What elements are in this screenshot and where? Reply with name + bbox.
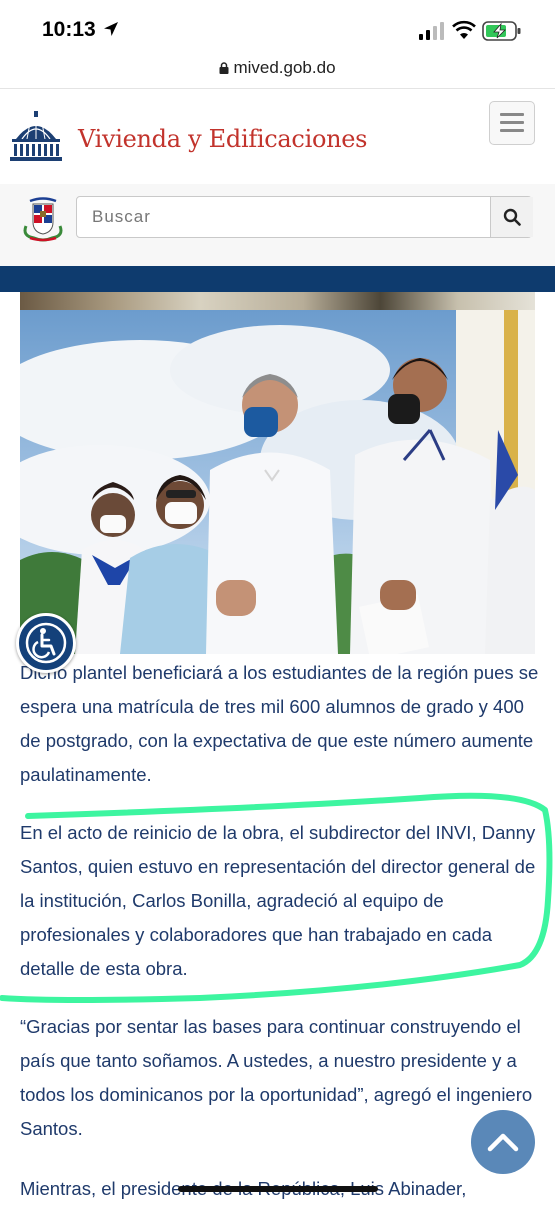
- hamburger-menu-icon: [500, 113, 524, 116]
- scroll-to-top-button[interactable]: [471, 1110, 535, 1174]
- search-box: [76, 196, 533, 238]
- search-icon: [503, 208, 521, 226]
- chevron-up-icon: [487, 1133, 519, 1152]
- coat-of-arms-icon: [23, 197, 63, 242]
- search-input[interactable]: [77, 197, 489, 237]
- article-photo: [20, 310, 535, 654]
- wifi-icon: [452, 20, 476, 39]
- status-bar: 10:13: [0, 0, 555, 60]
- home-indicator[interactable]: [178, 1186, 378, 1192]
- wheelchair-accessibility-icon: [25, 622, 67, 664]
- lock-icon: [219, 62, 229, 74]
- battery-charging-icon: [482, 21, 521, 41]
- search-button[interactable]: [490, 197, 533, 237]
- navigation-band: [0, 266, 555, 292]
- location-arrow-icon: [104, 22, 118, 36]
- site-name[interactable]: Vivienda y Edificaciones: [78, 125, 367, 153]
- browser-url-bar[interactable]: mived.gob.do: [0, 58, 555, 84]
- previous-photo-strip: [20, 292, 535, 310]
- article-paragraph: En el acto de reinicio de la obra, el su…: [20, 822, 536, 979]
- cellular-signal-icon: [419, 22, 444, 40]
- hamburger-menu-button[interactable]: [489, 101, 535, 145]
- capitol-dome-logo[interactable]: [8, 111, 64, 163]
- site-header: Vivienda y Edificaciones: [0, 88, 555, 185]
- article-paragraph: “Gracias por sentar las bases para conti…: [20, 1016, 533, 1139]
- browser-url: mived.gob.do: [233, 58, 336, 77]
- article-paragraph: Dicho plantel beneficiará a los estudian…: [20, 662, 539, 785]
- search-row: [0, 184, 555, 266]
- status-time: 10:13: [42, 18, 96, 41]
- accessibility-button[interactable]: [16, 613, 76, 673]
